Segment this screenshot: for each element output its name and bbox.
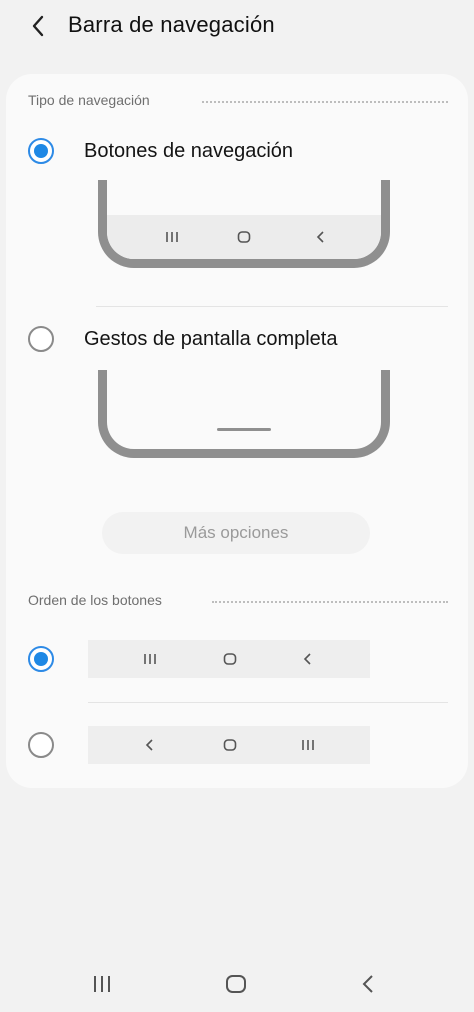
settings-card: Tipo de navegación Botones de navegación…: [6, 74, 468, 788]
home-icon: [223, 653, 237, 665]
option-label-navigation-buttons[interactable]: Botones de navegación: [84, 140, 293, 163]
back-icon: [303, 653, 313, 665]
home-icon: [223, 739, 237, 751]
gesture-handle-icon: [217, 428, 271, 431]
recents-icon: [301, 739, 315, 751]
back-icon: [362, 975, 373, 993]
radio-navigation-buttons[interactable]: [28, 138, 54, 164]
section-divider: [202, 101, 448, 103]
chevron-left-icon: [32, 15, 44, 37]
back-button[interactable]: [22, 10, 54, 42]
section-label-navigation-type: Tipo de navegación: [28, 92, 150, 108]
option-divider: [88, 702, 448, 703]
section-label-button-order: Orden de los botones: [28, 592, 162, 608]
back-icon: [316, 231, 326, 243]
recents-icon: [94, 976, 110, 992]
preview-nav-bar: [107, 215, 381, 259]
option-divider: [96, 306, 448, 307]
navigation-bar-settings-screen: Barra de navegación Tipo de navegación B…: [0, 0, 474, 1012]
app-header: Barra de navegación: [0, 0, 474, 56]
navigation-buttons-preview[interactable]: [98, 180, 390, 268]
home-icon: [226, 975, 246, 993]
radio-order-recents-home-back[interactable]: [28, 646, 54, 672]
system-recents-button[interactable]: [78, 960, 126, 1008]
system-back-button[interactable]: [344, 960, 392, 1008]
more-options-button[interactable]: Más opciones: [102, 512, 370, 554]
home-icon: [237, 231, 251, 243]
radio-fullscreen-gestures[interactable]: [28, 326, 54, 352]
recents-icon: [143, 653, 157, 665]
order-preview-back-home-recents[interactable]: [88, 726, 370, 764]
recents-icon: [165, 231, 179, 243]
order-preview-recents-home-back[interactable]: [88, 640, 370, 678]
system-home-button[interactable]: [212, 960, 260, 1008]
radio-order-back-home-recents[interactable]: [28, 732, 54, 758]
option-label-fullscreen-gestures[interactable]: Gestos de pantalla completa: [84, 328, 338, 351]
system-navigation-bar: [0, 960, 474, 1008]
back-icon: [145, 739, 155, 751]
fullscreen-gestures-preview[interactable]: [98, 370, 390, 458]
section-divider: [212, 601, 448, 603]
page-title: Barra de navegación: [68, 12, 275, 37]
